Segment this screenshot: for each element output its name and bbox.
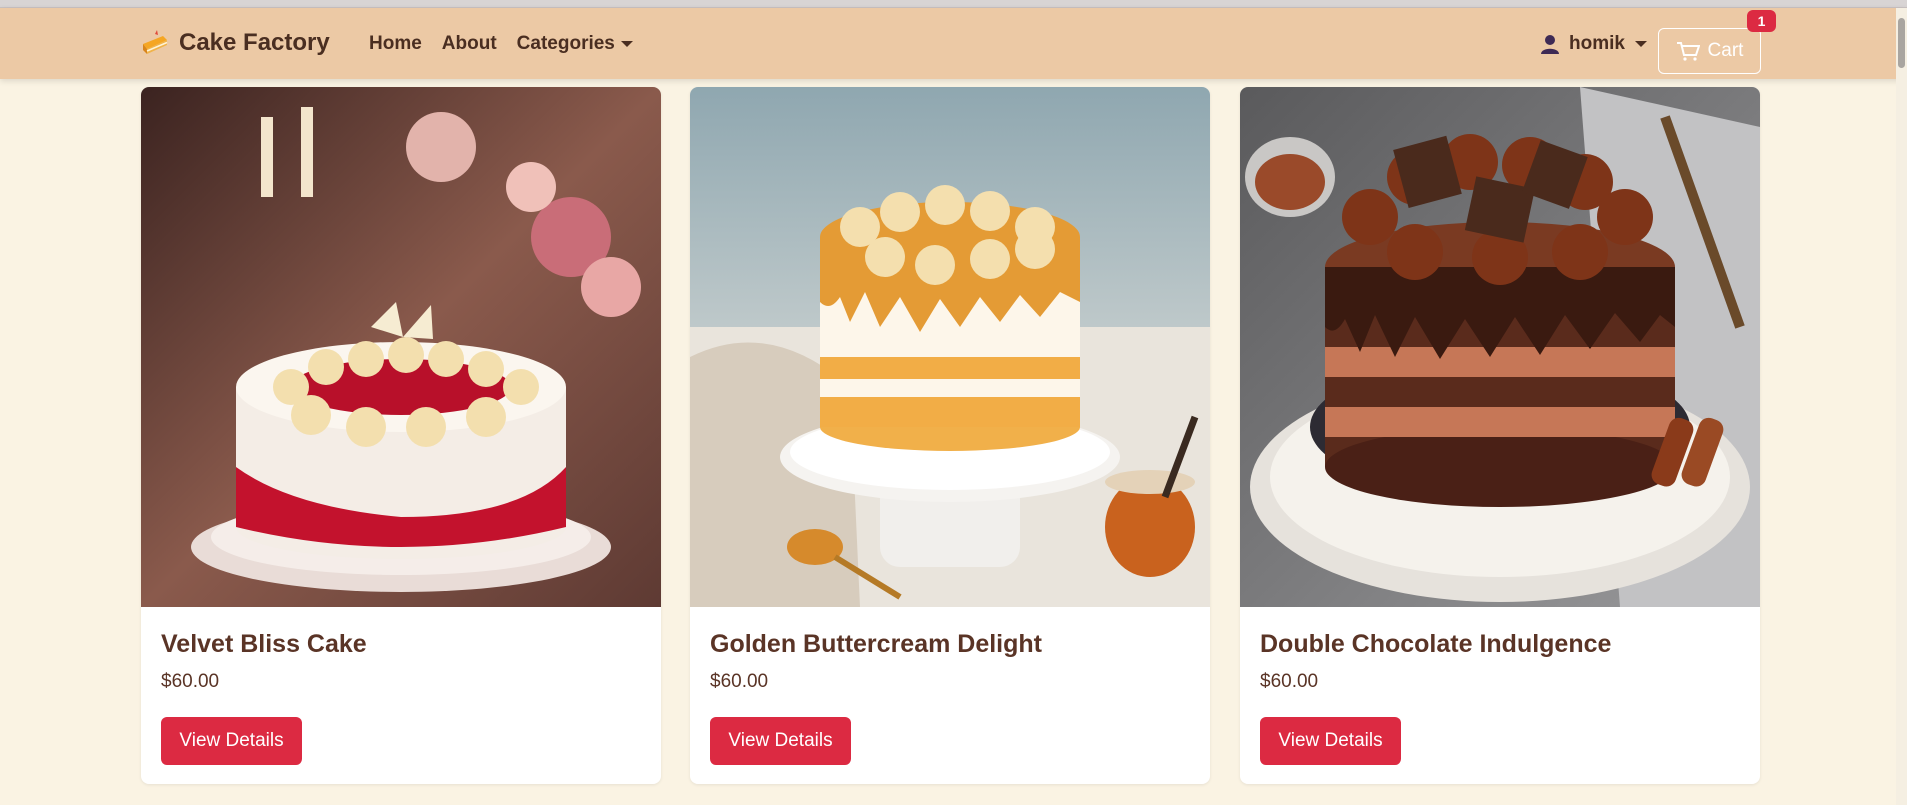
view-details-button[interactable]: View Details <box>710 717 851 765</box>
nav-categories-label: Categories <box>516 33 615 54</box>
product-image-chocolate-cake <box>1240 87 1760 607</box>
chevron-down-icon <box>620 41 633 47</box>
product-card: Double Chocolate Indulgence $60.00 View … <box>1240 87 1760 784</box>
cart-button[interactable]: Cart <box>1658 28 1761 74</box>
main-nav: Home About Categories <box>369 33 633 55</box>
product-price: $60.00 <box>1260 671 1319 692</box>
user-dropdown[interactable]: homik <box>1541 33 1647 55</box>
browser-top-strip <box>0 0 1907 8</box>
cake-icon <box>143 30 168 54</box>
nav-about[interactable]: About <box>442 33 497 55</box>
brand-link[interactable]: Cake Factory <box>141 28 330 58</box>
product-title[interactable]: Double Chocolate Indulgence <box>1260 630 1611 659</box>
product-title[interactable]: Velvet Bliss Cake <box>161 630 367 659</box>
product-title[interactable]: Golden Buttercream Delight <box>710 630 1042 659</box>
brand-name: Cake Factory <box>179 29 330 56</box>
product-price: $60.00 <box>710 671 769 692</box>
scrollbar-thumb[interactable] <box>1898 18 1905 68</box>
product-image-golden-cake <box>690 87 1210 607</box>
product-card: Velvet Bliss Cake $60.00 View Details <box>141 87 661 784</box>
chevron-down-icon <box>1634 41 1647 47</box>
page-scrollbar[interactable] <box>1896 8 1907 805</box>
cart-icon <box>1676 42 1700 61</box>
view-details-button[interactable]: View Details <box>161 717 302 765</box>
user-name: homik <box>1569 33 1625 54</box>
product-image-velvet-cake <box>141 87 661 607</box>
navbar: Cake Factory Home About Categories homik… <box>0 8 1907 79</box>
view-details-button[interactable]: View Details <box>1260 717 1401 765</box>
nav-categories-dropdown[interactable]: Categories <box>517 33 633 55</box>
product-card: Golden Buttercream Delight $60.00 View D… <box>690 87 1210 784</box>
cart-label: Cart <box>1707 40 1744 61</box>
user-icon <box>1541 35 1559 54</box>
product-price: $60.00 <box>161 671 220 692</box>
cart-count-badge: 1 <box>1747 10 1776 32</box>
nav-home[interactable]: Home <box>369 33 422 55</box>
